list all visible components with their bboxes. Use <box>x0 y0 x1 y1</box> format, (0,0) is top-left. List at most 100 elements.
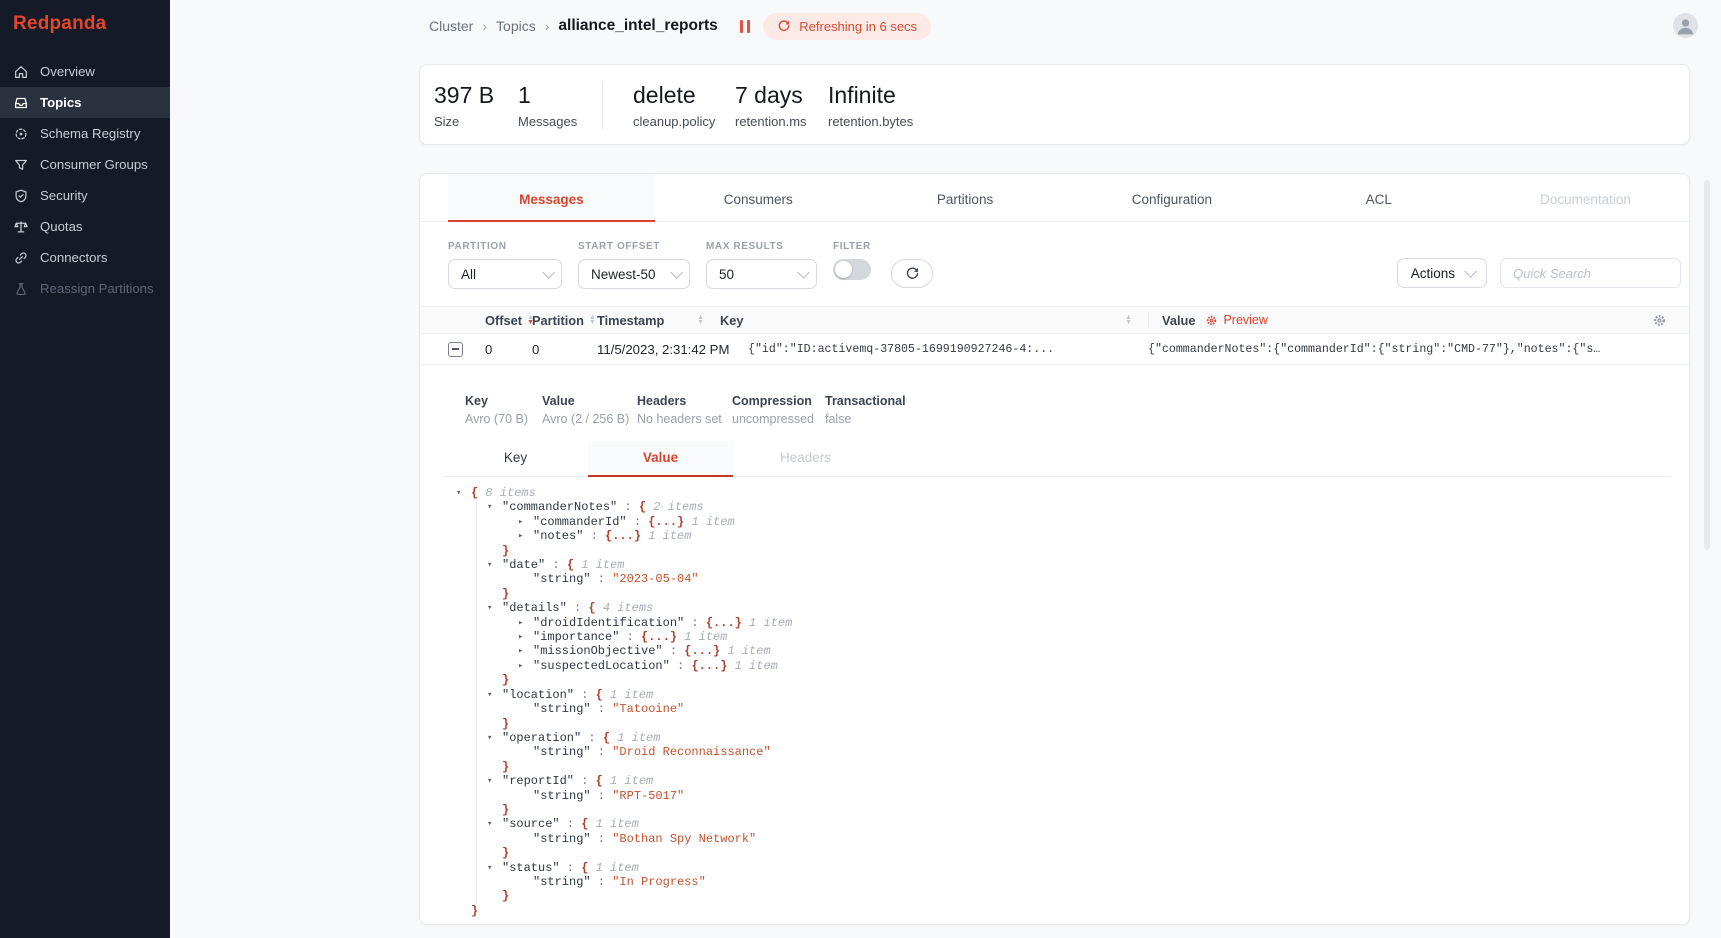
page-scrollbar[interactable] <box>1704 180 1710 550</box>
tree-line: } <box>456 889 1689 903</box>
sidebar: Redpanda Overview Topics Schema Registry <box>0 0 170 938</box>
tree-line: ▾"source" : { 1 item <box>456 817 1689 831</box>
pause-refresh-button[interactable] <box>736 16 755 37</box>
column-header-offset[interactable]: Offset ▲▼ <box>485 313 532 328</box>
tree-line: ▾"details" : { 4 items <box>456 601 1689 615</box>
row-expand-cell <box>448 342 485 357</box>
column-header-timestamp[interactable]: Timestamp ▲▼ <box>597 313 720 328</box>
column-header-partition[interactable]: Partition ▲▼ <box>532 313 597 328</box>
stats-divider <box>602 82 603 129</box>
tab-consumers[interactable]: Consumers <box>655 174 862 221</box>
breadcrumb-cluster[interactable]: Cluster <box>429 18 473 34</box>
sidebar-item-connectors[interactable]: Connectors <box>0 242 170 273</box>
tab-acl[interactable]: ACL <box>1275 174 1482 221</box>
shield-icon <box>12 187 29 204</box>
sort-icon[interactable]: ▲▼ <box>589 315 596 325</box>
sort-icon[interactable]: ▲▼ <box>1125 315 1132 325</box>
tree-line: ▸"droidIdentification" : {...} 1 item <box>456 616 1689 630</box>
payload-tab-headers[interactable]: Headers <box>733 441 878 476</box>
tree-line: "string" : "Tatooine" <box>456 702 1689 716</box>
payload-tab-value[interactable]: Value <box>588 441 733 476</box>
redpanda-logo[interactable]: Redpanda <box>0 0 170 35</box>
start-offset-select-value: Newest-50 <box>591 267 656 282</box>
sidebar-item-reassign-partitions[interactable]: Reassign Partitions <box>0 273 170 304</box>
collapse-row-button[interactable] <box>448 342 463 357</box>
topic-stats-card: 397 B Size 1 Messages delete cleanup.pol… <box>419 64 1690 145</box>
auto-refresh-indicator[interactable]: Refreshing in 6 secs <box>763 13 931 40</box>
collapse-arrow-icon[interactable]: ▾ <box>487 861 502 875</box>
expand-arrow-icon[interactable]: ▸ <box>518 659 533 673</box>
detail-compression: Compression uncompressed <box>732 394 825 426</box>
filter-toggle[interactable] <box>833 259 871 280</box>
tree-line: "string" : "In Progress" <box>456 875 1689 889</box>
sidebar-item-security[interactable]: Security <box>0 180 170 211</box>
refresh-messages-button[interactable] <box>891 259 933 288</box>
stat-label: Messages <box>518 114 602 129</box>
preview-button[interactable]: Preview <box>1205 313 1267 327</box>
stat-label: Size <box>434 114 518 129</box>
stat-retention-ms: 7 days retention.ms <box>735 82 828 129</box>
tree-line: ▾"location" : { 1 item <box>456 688 1689 702</box>
sidebar-item-quotas[interactable]: Quotas <box>0 211 170 242</box>
tree-line: ▸"missionObjective" : {...} 1 item <box>456 644 1689 658</box>
tree-line: } <box>456 673 1689 687</box>
stat-value: delete <box>633 82 735 109</box>
tab-documentation[interactable]: Documentation <box>1482 174 1689 221</box>
sidebar-item-consumer-groups[interactable]: Consumer Groups <box>0 149 170 180</box>
table-header: Offset ▲▼ Partition ▲▼ Timestamp ▲▼ Key … <box>420 306 1689 334</box>
avatar[interactable] <box>1673 13 1698 38</box>
topic-detail-card: Messages Consumers Partitions Configurat… <box>419 173 1690 925</box>
refresh-icon <box>905 266 920 281</box>
collapse-arrow-icon[interactable]: ▾ <box>487 731 502 745</box>
chevron-down-icon <box>797 266 810 279</box>
stat-messages: 1 Messages <box>518 82 602 129</box>
stat-value: Infinite <box>828 82 913 109</box>
payload-tab-key[interactable]: Key <box>443 441 588 476</box>
redpanda-console: Redpanda Overview Topics Schema Registry <box>0 0 1721 938</box>
collapse-arrow-icon[interactable]: ▾ <box>456 486 471 500</box>
partition-select[interactable]: All <box>448 259 562 289</box>
actions-button[interactable]: Actions <box>1397 258 1487 288</box>
tree-line: ▾"date" : { 1 item <box>456 558 1689 572</box>
sort-icon[interactable]: ▲▼ <box>697 315 704 325</box>
tab-partitions[interactable]: Partitions <box>862 174 1069 221</box>
expand-arrow-icon[interactable]: ▸ <box>518 529 533 543</box>
quick-search-input[interactable] <box>1500 258 1681 288</box>
stat-retention-bytes: Infinite retention.bytes <box>828 82 913 129</box>
chevron-down-icon <box>1464 265 1477 278</box>
tree-line: "string" : "Droid Reconnaissance" <box>456 745 1689 759</box>
expand-arrow-icon[interactable]: ▸ <box>518 515 533 529</box>
row-key: {"id":"ID:activemq-37805-1699190927246-4… <box>748 343 1148 356</box>
sidebar-item-schema-registry[interactable]: Schema Registry <box>0 118 170 149</box>
collapse-arrow-icon[interactable]: ▾ <box>487 688 502 702</box>
breadcrumb-topics[interactable]: Topics <box>496 18 536 34</box>
max-results-control: MAX RESULTS 50 <box>706 241 817 289</box>
sidebar-item-label: Schema Registry <box>40 126 140 141</box>
column-header-key[interactable]: Key ▲▼ <box>720 313 1148 328</box>
max-results-select[interactable]: 50 <box>706 259 817 289</box>
link-icon <box>12 249 29 266</box>
table-row[interactable]: 0 0 11/5/2023, 2:31:42 PM {"id":"ID:acti… <box>420 334 1689 365</box>
filter-control: FILTER <box>833 241 871 280</box>
json-tree: ▾{ 8 items▾"commanderNotes" : { 2 items▸… <box>456 486 1689 918</box>
tree-line: } <box>456 717 1689 731</box>
start-offset-select[interactable]: Newest-50 <box>578 259 690 289</box>
tree-line: ▸"suspectedLocation" : {...} 1 item <box>456 659 1689 673</box>
sidebar-item-topics[interactable]: Topics <box>0 87 170 118</box>
expand-arrow-icon[interactable]: ▸ <box>518 644 533 658</box>
expand-arrow-icon[interactable]: ▸ <box>518 616 533 630</box>
tab-configuration[interactable]: Configuration <box>1068 174 1275 221</box>
stat-value: 7 days <box>735 82 828 109</box>
sidebar-item-overview[interactable]: Overview <box>0 56 170 87</box>
max-results-select-value: 50 <box>719 267 734 282</box>
collapse-arrow-icon[interactable]: ▾ <box>487 558 502 572</box>
collapse-arrow-icon[interactable]: ▾ <box>487 774 502 788</box>
collapse-arrow-icon[interactable]: ▾ <box>487 500 502 514</box>
minus-icon <box>452 348 459 350</box>
collapse-arrow-icon[interactable]: ▾ <box>487 817 502 831</box>
tab-messages[interactable]: Messages <box>448 174 655 221</box>
stat-label: retention.bytes <box>828 114 913 129</box>
collapse-arrow-icon[interactable]: ▾ <box>487 601 502 615</box>
table-settings-gear-icon[interactable] <box>1652 313 1667 328</box>
expand-arrow-icon[interactable]: ▸ <box>518 630 533 644</box>
